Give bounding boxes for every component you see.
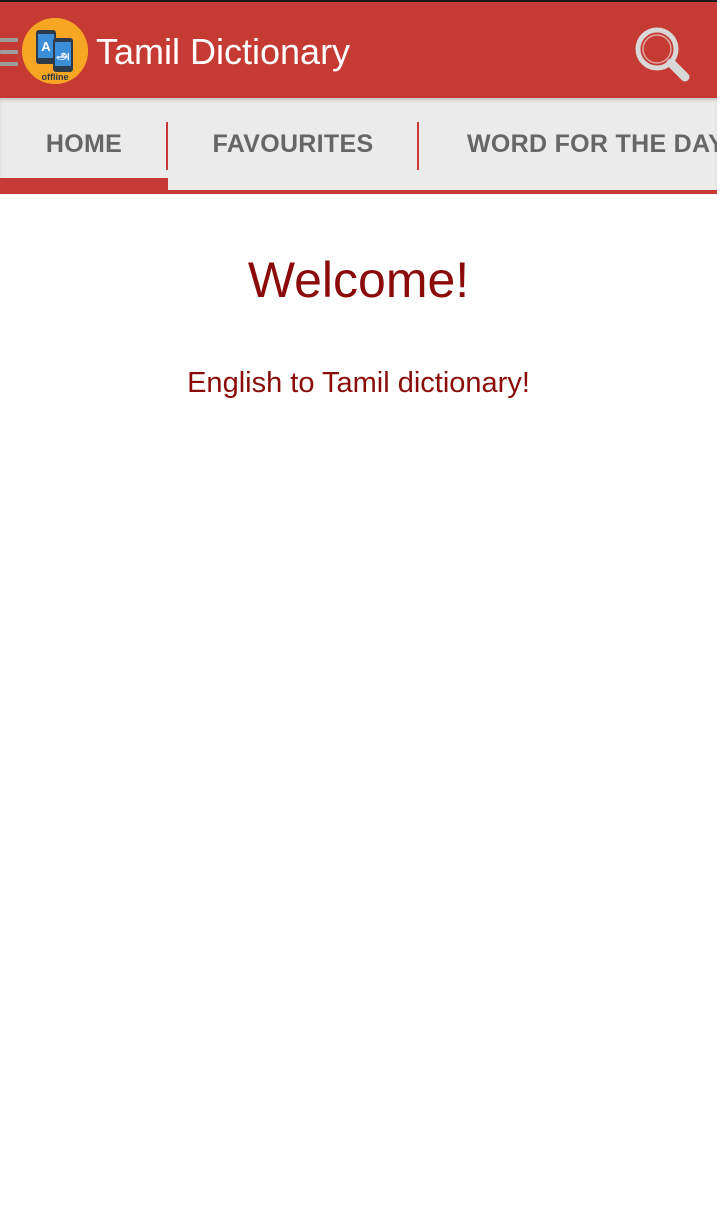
- hamburger-menu-icon[interactable]: [0, 38, 18, 68]
- app-logo-icon[interactable]: A அ offline: [22, 18, 88, 84]
- logo-caption: offline: [42, 72, 69, 82]
- app-logo-graphic: A அ offline: [22, 18, 88, 84]
- welcome-title: Welcome!: [247, 252, 470, 308]
- app-title: Tamil Dictionary: [96, 31, 351, 72]
- search-icon-graphic: [635, 27, 690, 82]
- logo-letter-tamil: அ: [56, 48, 69, 62]
- tab-bar: HOME FAVOURITES WORD FOR THE DAY: [0, 98, 717, 194]
- tab-favourites[interactable]: FAVOURITES: [168, 98, 418, 190]
- tab-home[interactable]: HOME: [0, 98, 168, 190]
- welcome-subtitle: English to Tamil dictionary!: [187, 367, 530, 399]
- search-icon[interactable]: [630, 22, 694, 86]
- selected-tab-indicator: [0, 178, 168, 190]
- action-bar: A அ offline Tamil Dictionary: [0, 0, 717, 98]
- tab-word-for-the-day[interactable]: WORD FOR THE DAY: [418, 98, 717, 190]
- app-screen: A அ offline Tamil Dictionary HOME FAVOUR…: [0, 0, 717, 1231]
- logo-letter-latin: A: [41, 39, 51, 54]
